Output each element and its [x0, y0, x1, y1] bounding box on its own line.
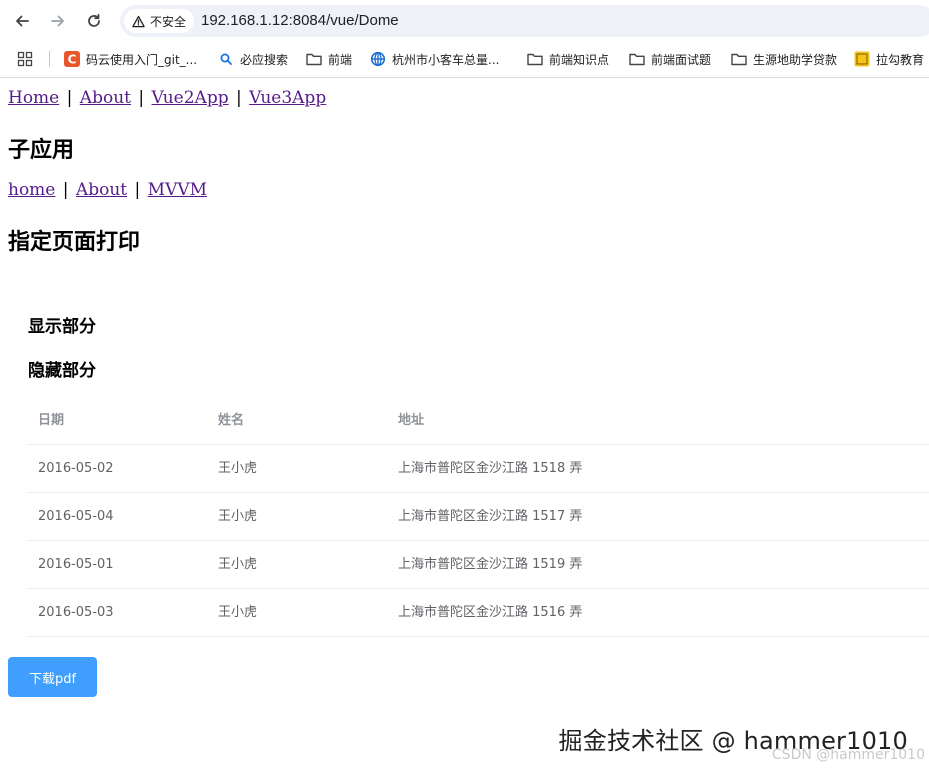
forward-button[interactable] [45, 8, 71, 34]
cell-name: 王小虎 [218, 461, 258, 476]
hidden-section-heading: 隐藏部分 [28, 361, 96, 381]
header-date: 日期 [38, 413, 65, 428]
table-header-row: 日期 姓名 地址 [28, 397, 929, 445]
folder-icon [306, 51, 322, 67]
cell-name: 王小虎 [218, 557, 258, 572]
cell-date: 2016-05-01 [38, 557, 114, 572]
table-row: 2016-05-03 王小虎 上海市普陀区金沙江路 1516 弄 [28, 589, 929, 637]
show-section-heading: 显示部分 [28, 317, 96, 337]
sub-nav-link-mvvm[interactable]: MVVM [148, 180, 207, 200]
address-bar[interactable]: 不安全 192.168.1.12:8084/vue/Dome [120, 5, 929, 37]
security-chip[interactable]: 不安全 [124, 9, 195, 33]
arrow-left-icon [16, 15, 29, 27]
cell-name: 王小虎 [218, 509, 258, 524]
bookmark-frontend[interactable]: 前端 [306, 50, 352, 68]
globe-icon [370, 51, 386, 67]
bookmark-hangzhou[interactable]: 杭州市小客车总量... [370, 50, 499, 68]
bookmark-gitcode[interactable]: C 码云使用入门_git_... [64, 50, 197, 68]
nav-link-vue2app[interactable]: Vue2App [152, 88, 229, 108]
watermark-csdn: CSDN @hammer1010 [771, 747, 925, 763]
print-title: 指定页面打印 [8, 230, 141, 255]
nav-link-vue3app[interactable]: Vue3App [249, 88, 326, 108]
nav-link-home[interactable]: Home [8, 88, 59, 108]
bookmarks-separator [49, 51, 50, 67]
cell-date: 2016-05-04 [38, 509, 114, 524]
cell-address: 上海市普陀区金沙江路 1518 弄 [398, 461, 583, 476]
sub-nav-link-about[interactable]: About [76, 180, 127, 200]
folder-icon [527, 51, 543, 67]
lagou-icon [854, 51, 870, 67]
main-nav: Home | About | Vue2App | Vue3App [8, 88, 327, 108]
cell-address: 上海市普陀区金沙江路 1517 弄 [398, 509, 583, 524]
sub-nav: home | About | MVVM [8, 180, 208, 200]
bookmark-bing[interactable]: 必应搜索 [218, 50, 288, 68]
search-icon [218, 51, 234, 67]
bookmark-student-loan[interactable]: 生源地助学贷款 [731, 50, 837, 68]
warning-icon [132, 15, 145, 27]
reload-icon [88, 13, 100, 27]
cell-address: 上海市普陀区金沙江路 1516 弄 [398, 605, 583, 620]
cell-date: 2016-05-03 [38, 605, 114, 620]
bookmark-frontend-knowledge[interactable]: 前端知识点 [527, 50, 609, 68]
bookmarks-bar: C 码云使用入门_git_... 必应搜索 前端 杭州市小客车总量... 前端知… [0, 42, 929, 76]
sub-app-title: 子应用 [8, 138, 75, 163]
cell-name: 王小虎 [218, 605, 258, 620]
svg-text:C: C [68, 53, 77, 67]
apps-grid-icon[interactable] [17, 51, 33, 67]
reload-button[interactable] [81, 8, 107, 34]
url-text[interactable]: 192.168.1.12:8084/vue/Dome [201, 12, 399, 29]
nav-link-about[interactable]: About [80, 88, 131, 108]
arrow-right-icon [51, 15, 64, 27]
browser-toolbar: 不安全 192.168.1.12:8084/vue/Dome [0, 0, 929, 42]
cell-date: 2016-05-02 [38, 461, 114, 476]
cell-address: 上海市普陀区金沙江路 1519 弄 [398, 557, 583, 572]
table-row: 2016-05-04 王小虎 上海市普陀区金沙江路 1517 弄 [28, 493, 929, 541]
header-name: 姓名 [218, 413, 245, 428]
table-row: 2016-05-01 王小虎 上海市普陀区金沙江路 1519 弄 [28, 541, 929, 589]
security-label: 不安全 [150, 14, 187, 29]
page-content: Home | About | Vue2App | Vue3App 子应用 hom… [0, 78, 929, 772]
header-address: 地址 [398, 413, 425, 428]
download-pdf-button[interactable]: 下载pdf [8, 657, 97, 697]
bookmark-lagou[interactable]: 拉勾教育 [854, 50, 924, 68]
data-table: 日期 姓名 地址 2016-05-02 王小虎 上海市普陀区金沙江路 1518 … [28, 397, 929, 637]
back-button[interactable] [9, 8, 35, 34]
gitcode-icon: C [64, 51, 80, 67]
table-row: 2016-05-02 王小虎 上海市普陀区金沙江路 1518 弄 [28, 445, 929, 493]
bookmark-frontend-interview[interactable]: 前端面试题 [629, 50, 711, 68]
folder-icon [731, 51, 747, 67]
folder-icon [629, 51, 645, 67]
sub-nav-link-home[interactable]: home [8, 180, 55, 200]
